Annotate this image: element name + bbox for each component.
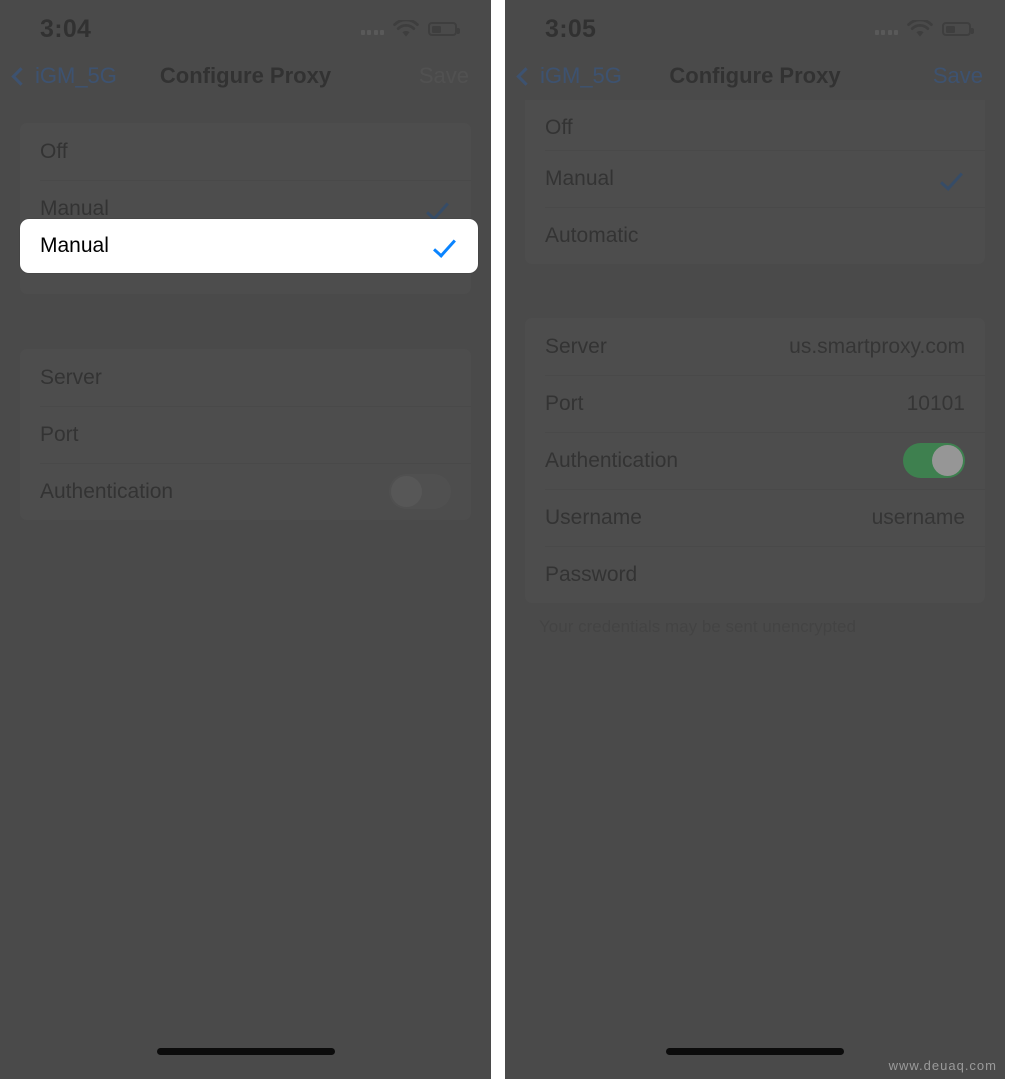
row-label: Manual bbox=[40, 196, 109, 220]
row-label: Authentication bbox=[40, 479, 174, 503]
back-button[interactable]: iGM_5G bbox=[516, 63, 622, 89]
proxy-mode-row-off[interactable]: Off bbox=[20, 123, 471, 180]
back-button[interactable]: iGM_5G bbox=[11, 63, 117, 89]
row-label: Password bbox=[545, 562, 638, 586]
status-clock: 3:05 bbox=[545, 14, 597, 43]
save-button[interactable]: Save bbox=[933, 63, 983, 89]
home-indicator bbox=[666, 1048, 844, 1055]
row-label: Automatic bbox=[545, 223, 639, 247]
proxy-mode-row-off[interactable]: Off bbox=[525, 100, 985, 150]
proxy-mode-group: Off Manual Automatic bbox=[525, 100, 985, 264]
status-bar: 3:04 bbox=[0, 6, 491, 52]
authentication-toggle[interactable] bbox=[903, 443, 965, 478]
server-value[interactable]: us.smartproxy.com bbox=[789, 335, 965, 359]
password-row[interactable]: Password bbox=[525, 546, 985, 603]
back-button-label: iGM_5G bbox=[35, 63, 117, 88]
chevron-left-icon bbox=[516, 66, 535, 86]
proxy-mode-row-manual[interactable]: Manual bbox=[525, 150, 985, 207]
site-watermark: www.deuaq.com bbox=[888, 1058, 997, 1073]
row-label: Port bbox=[545, 391, 584, 415]
screenshot-stage: 3:04 iGM_5G Configure Proxy Save Off Man… bbox=[0, 0, 1011, 1079]
nav-bar: iGM_5G Configure Proxy Save bbox=[0, 52, 491, 100]
authentication-row[interactable]: Authentication bbox=[20, 463, 471, 520]
status-indicators bbox=[360, 19, 460, 39]
checkmark-icon bbox=[940, 166, 963, 191]
manual-config-group: Server Port Authentication bbox=[20, 349, 471, 520]
wifi-icon bbox=[907, 19, 933, 36]
phone-panel-left: 3:04 iGM_5G Configure Proxy Save Off Man… bbox=[0, 0, 491, 1079]
status-bar: 3:05 bbox=[505, 6, 1005, 52]
phone-panel-right: 3:05 iGM_5G Configure Proxy Save Off Man… bbox=[505, 0, 1005, 1079]
settings-content: Off Manual Automatic Server bbox=[0, 123, 491, 520]
cellular-dots-icon bbox=[874, 23, 898, 35]
battery-icon bbox=[428, 22, 460, 36]
port-value[interactable]: 10101 bbox=[907, 392, 965, 416]
row-label: Username bbox=[545, 505, 642, 529]
nav-bar: iGM_5G Configure Proxy Save bbox=[505, 52, 1005, 100]
username-value[interactable]: username bbox=[872, 506, 965, 530]
status-clock: 3:04 bbox=[40, 14, 92, 43]
chevron-left-icon bbox=[11, 66, 30, 86]
manual-config-group: Server us.smartproxy.com Port 10101 Auth… bbox=[525, 318, 985, 603]
server-row[interactable]: Server us.smartproxy.com bbox=[525, 318, 985, 375]
proxy-mode-row-automatic[interactable]: Automatic bbox=[525, 207, 985, 264]
battery-icon bbox=[942, 22, 974, 36]
dimmed-layer-right: 3:05 iGM_5G Configure Proxy Save Off Man… bbox=[505, 6, 1005, 637]
credentials-footnote: Your credentials may be sent unencrypted bbox=[539, 617, 856, 636]
row-label: Off bbox=[40, 139, 68, 163]
row-label: Server bbox=[40, 365, 102, 389]
row-label: Authentication bbox=[545, 448, 679, 472]
status-indicators bbox=[874, 19, 974, 39]
port-row[interactable]: Port bbox=[20, 406, 471, 463]
authentication-toggle[interactable] bbox=[389, 474, 451, 509]
home-indicator bbox=[156, 1048, 335, 1055]
checkmark-icon bbox=[433, 234, 456, 258]
proxy-mode-row-manual-highlighted[interactable]: Manual bbox=[20, 219, 478, 273]
server-row[interactable]: Server bbox=[20, 349, 471, 406]
save-button[interactable]: Save bbox=[419, 63, 469, 89]
row-label: Port bbox=[40, 422, 79, 446]
username-row[interactable]: Username username bbox=[525, 489, 985, 546]
row-label: Off bbox=[545, 116, 573, 139]
authentication-row[interactable]: Authentication bbox=[525, 432, 985, 489]
row-label: Manual bbox=[545, 166, 614, 190]
cellular-dots-icon bbox=[360, 23, 384, 35]
back-button-label: iGM_5G bbox=[540, 63, 622, 88]
checkmark-icon bbox=[426, 196, 449, 221]
wifi-icon bbox=[393, 19, 419, 36]
row-label: Server bbox=[545, 334, 607, 358]
port-row[interactable]: Port 10101 bbox=[525, 375, 985, 432]
settings-content: Off Manual Automatic Server us.smartprox… bbox=[505, 100, 1005, 637]
row-label: Manual bbox=[40, 234, 109, 257]
highlight-manual-row[interactable]: Manual bbox=[20, 219, 478, 273]
